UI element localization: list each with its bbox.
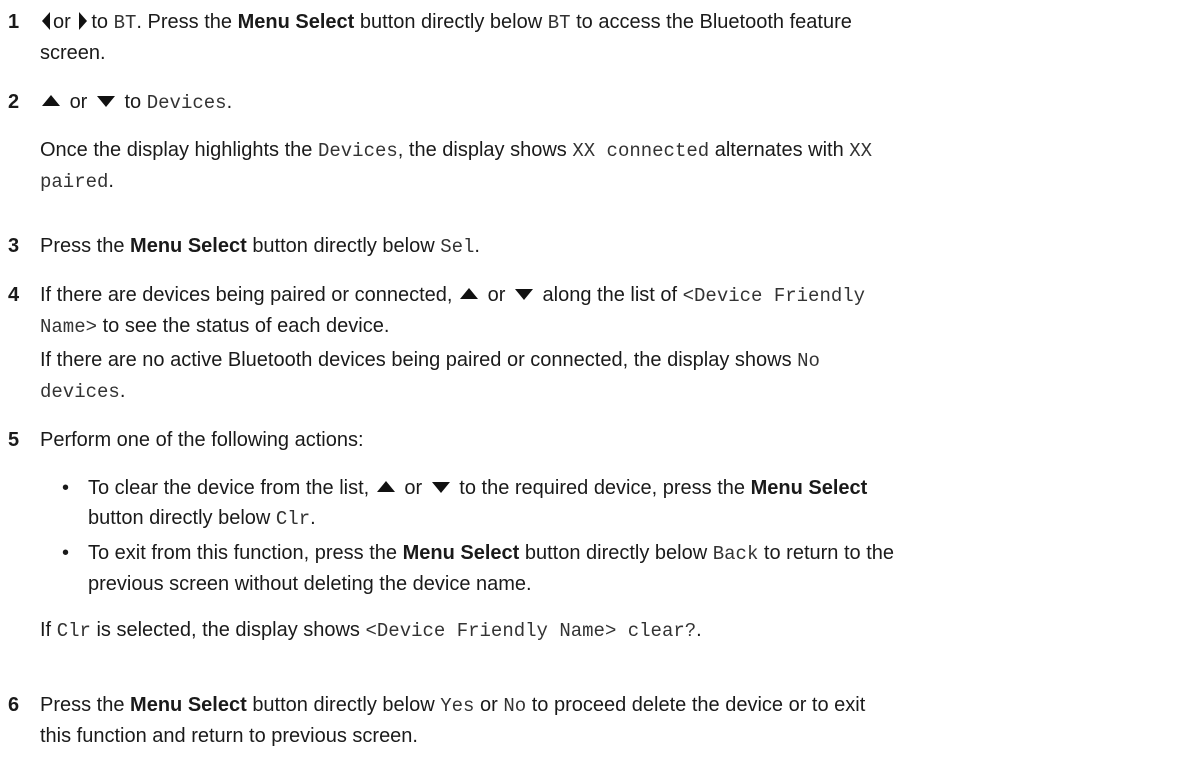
step-note: If there are no active Bluetooth devices… xyxy=(40,349,820,403)
code-xx: XX xyxy=(849,140,873,162)
menu-select-label: Menu Select xyxy=(402,542,520,564)
code-clr: Clr xyxy=(56,620,91,642)
code-devices: devices xyxy=(40,381,120,403)
step-text: Press the Menu Select button directly be… xyxy=(40,235,480,258)
menu-select-label: Menu Select xyxy=(750,477,868,499)
code-devices: Devices xyxy=(317,140,398,162)
step-text: If there are devices being paired or con… xyxy=(40,284,866,338)
bullet: • xyxy=(62,542,70,564)
step-note: If Clr is selected, the display shows <D… xyxy=(40,619,702,642)
code-back: Back xyxy=(712,543,759,565)
code-device-friendly-name: Name> xyxy=(40,316,98,338)
up-arrow-icon xyxy=(376,481,395,493)
code-yes: Yes xyxy=(440,695,475,717)
code-bt: BT xyxy=(113,12,137,34)
left-arrow-icon xyxy=(42,11,50,30)
code-bt: BT xyxy=(547,12,571,34)
down-arrow-icon xyxy=(431,482,450,494)
step-number: 4 xyxy=(8,284,20,306)
bullet-text: To clear the device from the list, or to… xyxy=(88,477,868,530)
code-device-friendly-name: <Device Friendly xyxy=(682,285,866,307)
menu-select-label: Menu Select xyxy=(237,11,355,33)
code-no: No xyxy=(797,350,820,372)
step-text: Press the Menu Select button directly be… xyxy=(40,694,866,747)
code-sel: Sel xyxy=(440,236,475,258)
step-text: or to Devices. xyxy=(40,87,1160,118)
bullet-text: To exit from this function, press the Me… xyxy=(88,542,894,595)
right-arrow-icon xyxy=(79,11,88,30)
code-xx-connected: XX connected xyxy=(572,140,710,162)
step-number: 3 xyxy=(8,235,20,257)
step-note: Once the display highlights the Devices,… xyxy=(40,139,873,193)
step-number: 1 xyxy=(8,11,20,33)
step-number: 6 xyxy=(8,694,20,716)
menu-select-label: Menu Select xyxy=(130,235,247,257)
step-number: 5 xyxy=(8,429,20,451)
down-arrow-icon xyxy=(96,96,115,108)
code-clear-prompt: <Device Friendly Name> clear? xyxy=(365,620,697,642)
code-paired: paired xyxy=(40,171,109,193)
up-arrow-icon xyxy=(460,288,479,300)
code-no: No xyxy=(503,695,527,717)
bullet: • xyxy=(62,477,70,499)
code-clr: Clr xyxy=(275,508,311,530)
up-arrow-icon xyxy=(42,95,60,107)
step-text: or to BT. Press the Menu Select button d… xyxy=(40,11,852,64)
menu-select-label: Menu Select xyxy=(130,694,247,716)
step-number: 2 xyxy=(8,91,20,113)
step-text: Perform one of the following actions: xyxy=(40,429,364,451)
code-devices: Devices xyxy=(146,92,227,114)
down-arrow-icon xyxy=(514,289,533,301)
